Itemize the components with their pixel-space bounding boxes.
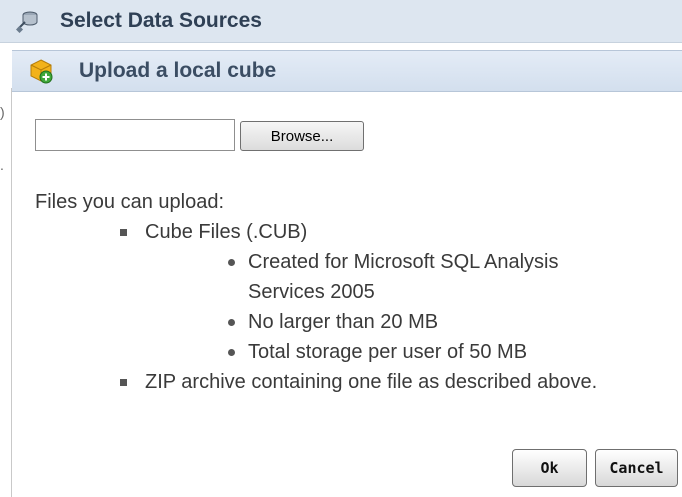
- window-title: Select Data Sources: [60, 9, 262, 32]
- background-fragment: ): [0, 104, 5, 120]
- file-requirements-list: Created for Microsoft SQL Analysis Servi…: [145, 247, 682, 367]
- browse-button[interactable]: Browse...: [240, 121, 364, 151]
- list-item: Created for Microsoft SQL Analysis Servi…: [145, 247, 588, 307]
- dialog-left-border: [11, 88, 12, 497]
- cube-add-icon: [28, 58, 54, 84]
- dialog-header: Upload a local cube: [12, 50, 682, 92]
- ok-button[interactable]: Ok: [512, 449, 587, 487]
- database-plug-icon: [14, 7, 42, 35]
- list-item: ZIP archive containing one file as descr…: [35, 367, 665, 397]
- file-type-label: ZIP archive containing one file as descr…: [145, 371, 598, 393]
- files-label: Files you can upload:: [35, 191, 225, 213]
- file-type-label: Cube Files (.CUB): [145, 221, 308, 243]
- upload-info: Files you can upload: Cube Files (.CUB) …: [35, 187, 682, 397]
- list-item: Cube Files (.CUB) Created for Microsoft …: [35, 217, 682, 367]
- dialog-title: Upload a local cube: [79, 59, 277, 82]
- file-path-input[interactable]: [35, 119, 235, 151]
- list-item: No larger than 20 MB: [145, 307, 588, 337]
- cancel-button[interactable]: Cancel: [595, 449, 678, 487]
- window-header: Select Data Sources: [0, 0, 682, 43]
- background-fragment: .: [0, 157, 4, 173]
- list-item: Total storage per user of 50 MB: [145, 337, 588, 367]
- file-type-list: Cube Files (.CUB) Created for Microsoft …: [35, 217, 682, 397]
